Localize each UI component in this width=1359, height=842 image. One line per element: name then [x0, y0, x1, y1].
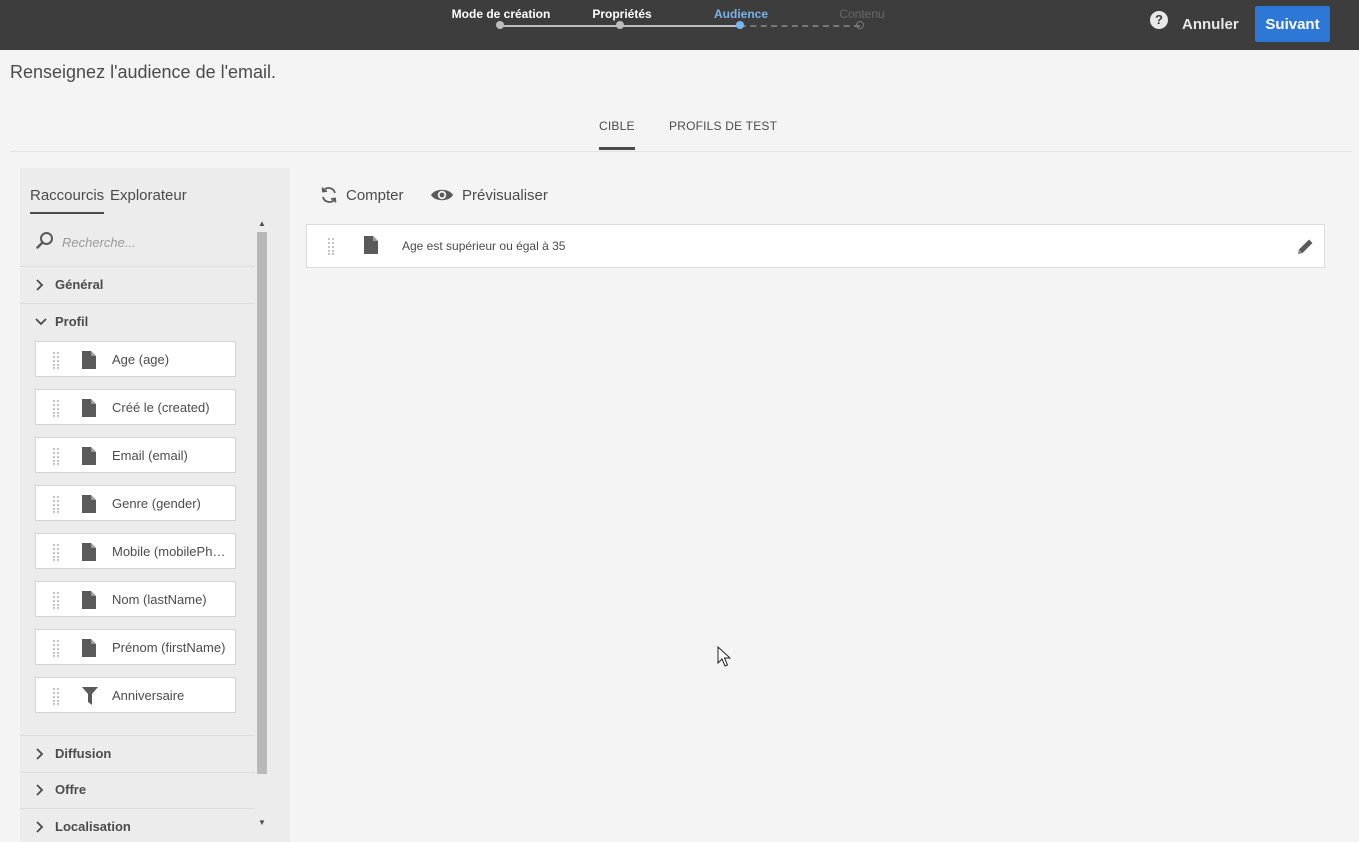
top-bar: Mode de création Propriétés Audience Con… [0, 0, 1359, 50]
field-label: Mobile (mobilePho... [112, 544, 227, 559]
step-dot-mode-creation[interactable] [496, 21, 504, 29]
drag-handle-icon[interactable] [52, 399, 60, 422]
rule-label: Age est supérieur ou égal à 35 [402, 239, 566, 253]
chevron-right-icon [35, 747, 45, 765]
chevron-right-icon [35, 820, 45, 838]
drag-handle-icon[interactable] [52, 495, 60, 518]
tab-cible[interactable]: CIBLE [599, 119, 635, 150]
step-audience[interactable]: Audience [714, 7, 768, 21]
drag-handle-icon[interactable] [52, 351, 60, 374]
section-label: Localisation [55, 819, 131, 834]
search-input[interactable] [62, 232, 242, 252]
field-item-lastname[interactable]: Nom (lastName) [35, 581, 236, 617]
section-label: Diffusion [55, 746, 112, 761]
panel-tab-raccourcis[interactable]: Raccourcis [30, 187, 105, 214]
step-proprietes[interactable]: Propriétés [592, 7, 651, 21]
file-icon [82, 399, 96, 422]
step-contenu: Contenu [839, 7, 885, 21]
section-label: Profil [55, 314, 89, 329]
preview-label: Prévisualiser [462, 186, 548, 204]
drag-handle-icon[interactable] [52, 591, 60, 614]
section-general[interactable]: Général [20, 267, 254, 304]
panel-tab-explorateur[interactable]: Explorateur [110, 187, 187, 204]
file-icon [82, 543, 96, 566]
field-item-created[interactable]: Créé le (created) [35, 389, 236, 425]
field-label: Créé le (created) [112, 400, 210, 415]
drag-handle-icon[interactable] [52, 543, 60, 566]
field-label: Genre (gender) [112, 496, 201, 511]
step-connector-pending [740, 25, 860, 27]
field-item-gender[interactable]: Genre (gender) [35, 485, 236, 521]
file-icon [82, 591, 96, 614]
step-mode-creation[interactable]: Mode de création [452, 7, 551, 21]
field-label: Prénom (firstName) [112, 640, 226, 655]
file-icon [82, 639, 96, 662]
drag-handle-icon[interactable] [52, 687, 60, 710]
eye-icon [431, 189, 453, 201]
section-localisation[interactable]: Localisation [20, 809, 254, 842]
chevron-right-icon [35, 783, 45, 801]
step-dot-proprietes[interactable] [616, 21, 624, 29]
field-item-age[interactable]: Age (age) [35, 341, 236, 377]
step-connector [620, 25, 740, 27]
file-icon [82, 447, 96, 470]
scroll-up-arrow-icon[interactable]: ▲ [257, 219, 267, 229]
field-label: Anniversaire [112, 688, 185, 703]
field-item-anniversaire[interactable]: Anniversaire [35, 677, 236, 713]
field-item-mobile[interactable]: Mobile (mobilePho... [35, 533, 236, 569]
scroll-down-arrow-icon[interactable]: ▼ [257, 818, 267, 828]
shortcuts-panel: Raccourcis Explorateur Général Profil Ag… [20, 168, 290, 842]
page-title: Renseignez l'audience de l'email. [10, 62, 277, 82]
field-label: Age (age) [112, 352, 170, 367]
drag-handle-icon[interactable] [327, 237, 335, 260]
filter-icon [82, 687, 98, 710]
preview-button[interactable]: Prévisualiser [430, 184, 548, 206]
search-bar [20, 220, 254, 267]
chevron-down-icon [35, 315, 47, 333]
tab-profils-de-test[interactable]: PROFILS DE TEST [669, 119, 777, 133]
field-item-firstname[interactable]: Prénom (firstName) [35, 629, 236, 665]
search-icon [36, 231, 54, 254]
field-item-email[interactable]: Email (email) [35, 437, 236, 473]
section-offre[interactable]: Offre [20, 772, 254, 809]
field-label: Nom (lastName) [112, 592, 207, 607]
drag-handle-icon[interactable] [52, 639, 60, 662]
file-icon [82, 495, 96, 518]
step-connector [500, 25, 620, 27]
refresh-icon [321, 187, 337, 203]
cancel-button[interactable]: Annuler [1182, 16, 1239, 33]
file-icon [82, 351, 96, 374]
question-circle-icon[interactable]: ? [1150, 11, 1168, 29]
drag-handle-icon[interactable] [52, 447, 60, 470]
section-label: Général [55, 277, 104, 292]
section-diffusion[interactable]: Diffusion [20, 735, 254, 773]
audience-rule-row[interactable]: Age est supérieur ou égal à 35 [306, 224, 1325, 268]
mouse-cursor-icon [717, 645, 732, 673]
chevron-right-icon [35, 278, 45, 296]
tabs-divider [10, 151, 1352, 152]
step-dot-contenu [856, 21, 864, 29]
count-button[interactable]: Compter [320, 184, 404, 206]
next-button[interactable]: Suivant [1255, 6, 1330, 42]
step-dot-audience[interactable] [736, 21, 744, 29]
pencil-edit-icon[interactable] [1295, 237, 1315, 262]
file-icon [364, 236, 378, 259]
scrollbar-thumb[interactable] [257, 232, 267, 774]
count-label: Compter [346, 186, 404, 204]
section-profil[interactable]: Profil [20, 304, 254, 340]
field-label: Email (email) [112, 448, 188, 463]
section-label: Offre [55, 782, 87, 797]
